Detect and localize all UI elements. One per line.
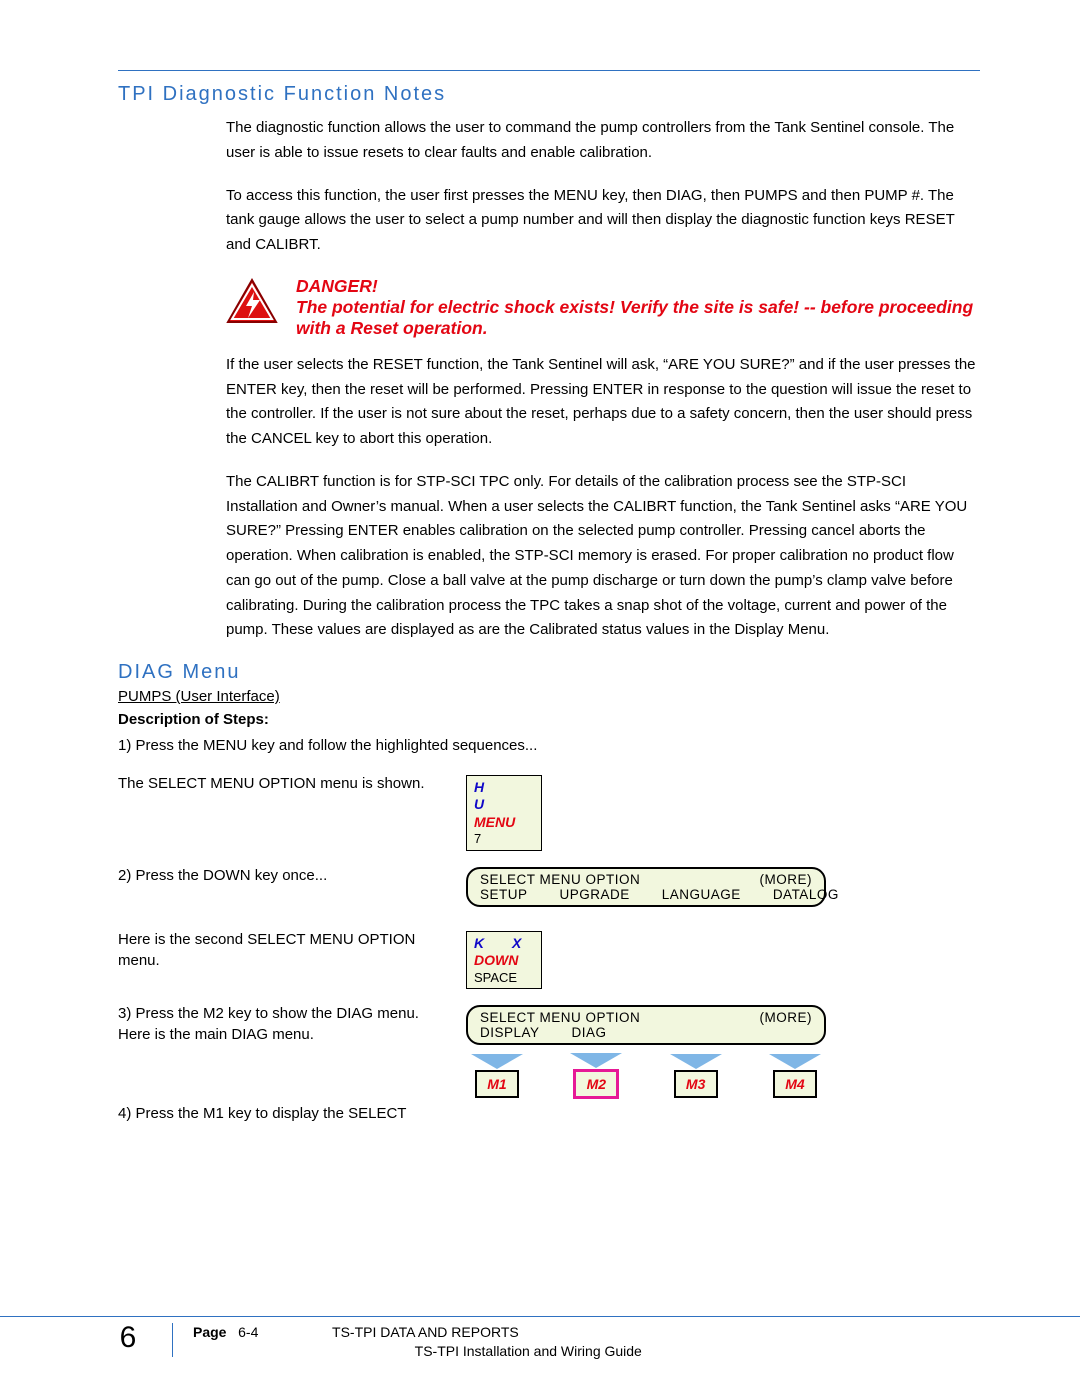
- step-text: 3) Press the M2 key to show the DIAG men…: [118, 1003, 466, 1045]
- section-title: TPI Diagnostic Function Notes: [118, 83, 980, 106]
- lcd-more: (MORE): [760, 1010, 813, 1025]
- paragraph: To access this function, the user first …: [226, 184, 980, 258]
- paragraph: The diagnostic function allows the user …: [226, 116, 980, 166]
- diag-menu-title: DIAG Menu: [118, 661, 980, 684]
- paragraph: The CALIBRT function is for STP-SCI TPC …: [226, 470, 980, 643]
- page-label: Page: [193, 1324, 226, 1340]
- paragraph: If the user selects the RESET function, …: [226, 353, 980, 452]
- lcd-title: SELECT MENU OPTION: [480, 1010, 640, 1025]
- lcd-option: SETUP: [480, 887, 528, 902]
- m2-key: M2: [573, 1069, 619, 1099]
- step-row: 3) Press the M2 key to show the DIAG men…: [118, 1003, 980, 1099]
- step-text: The SELECT MENU OPTION menu is shown.: [118, 773, 466, 794]
- arrow-down-icon: [471, 1054, 523, 1069]
- key-sub: SPACE: [474, 970, 534, 986]
- lcd-screen: SELECT MENU OPTION (MORE) SETUP UPGRADE …: [466, 867, 826, 907]
- down-key: K X DOWN SPACE: [466, 931, 542, 989]
- step-text: 2) Press the DOWN key once...: [118, 865, 466, 886]
- lcd-more: (MORE): [760, 872, 813, 887]
- arrow-down-icon: [570, 1053, 622, 1068]
- lcd-option: LANGUAGE: [662, 887, 741, 902]
- m3-key: M3: [674, 1070, 718, 1098]
- top-rule: [118, 70, 980, 71]
- m4-key: M4: [773, 1070, 817, 1098]
- key-letters: H U: [474, 779, 534, 814]
- step-text: 4) Press the M1 key to display the SELEC…: [118, 1103, 466, 1124]
- description-of-steps: Description of Steps:: [118, 711, 980, 728]
- page-footer: 6 Page 6-4 TS-TPI DATA AND REPORTS TS-TP…: [0, 1316, 1080, 1361]
- step-row: 2) Press the DOWN key once... SELECT MEN…: [118, 865, 980, 907]
- step-row: 4) Press the M1 key to display the SELEC…: [118, 1103, 980, 1124]
- danger-body: The potential for electric shock exists!…: [296, 297, 973, 338]
- footer-center: Page 6-4 TS-TPI DATA AND REPORTS TS-TPI …: [173, 1323, 1080, 1361]
- document-page: TPI Diagnostic Function Notes The diagno…: [0, 0, 1080, 1397]
- lcd-option: DISPLAY: [480, 1025, 540, 1040]
- lcd-screen: SELECT MENU OPTION (MORE) DISPLAY DIAG: [466, 1005, 826, 1045]
- footer-title-1: TS-TPI DATA AND REPORTS: [332, 1324, 519, 1340]
- pumps-ui-label: PUMPS (User Interface): [118, 688, 980, 705]
- danger-text: DANGER! The potential for electric shock…: [296, 276, 980, 339]
- key-name: MENU: [474, 814, 534, 832]
- key-letters: K X: [474, 935, 534, 953]
- m-keys-row: M1 M2 M3 M4: [466, 1053, 826, 1099]
- arrow-down-icon: [769, 1054, 821, 1069]
- m1-key: M1: [475, 1070, 519, 1098]
- danger-icon: [226, 278, 278, 328]
- lcd-option: DATALOG: [773, 887, 839, 902]
- danger-title: DANGER!: [296, 276, 378, 296]
- step-row: The SELECT MENU OPTION menu is shown. H …: [118, 773, 980, 851]
- lcd-option: DIAG: [572, 1025, 607, 1040]
- step-row: Here is the second SELECT MENU OPTION me…: [118, 929, 980, 989]
- lcd-option: UPGRADE: [560, 887, 630, 902]
- diag-menu-section: DIAG Menu PUMPS (User Interface) Descrip…: [118, 661, 980, 1124]
- step-text: Here is the second SELECT MENU OPTION me…: [118, 929, 466, 971]
- arrow-down-icon: [670, 1054, 722, 1069]
- danger-callout: DANGER! The potential for electric shock…: [226, 276, 980, 339]
- lcd-title: SELECT MENU OPTION: [480, 872, 640, 887]
- footer-title-2: TS-TPI Installation and Wiring Guide: [415, 1343, 642, 1359]
- page-number: 6-4: [238, 1324, 258, 1340]
- step-text: 1) Press the MENU key and follow the hig…: [118, 734, 980, 759]
- key-name: DOWN: [474, 952, 534, 970]
- chapter-number: 6: [100, 1323, 173, 1357]
- key-sub: 7: [474, 831, 534, 847]
- menu-key: H U MENU 7: [466, 775, 542, 851]
